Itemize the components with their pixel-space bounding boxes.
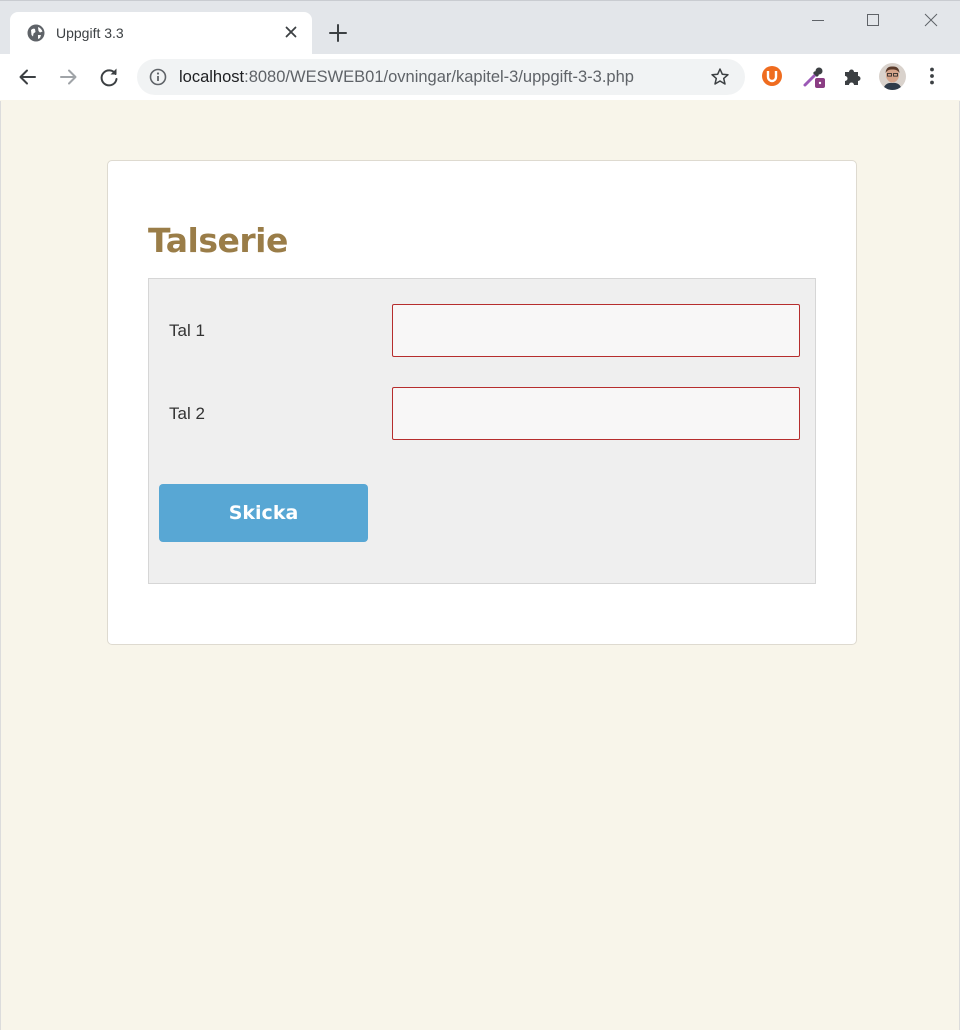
close-icon[interactable] xyxy=(281,22,301,42)
forward-arrow-icon[interactable] xyxy=(55,64,81,90)
globe-icon xyxy=(27,24,45,42)
tab-strip: Uppgift 3.3 xyxy=(0,0,960,55)
browser-tab[interactable]: Uppgift 3.3 xyxy=(10,12,312,55)
maximize-icon[interactable] xyxy=(860,9,886,33)
tal-1-label: Tal 1 xyxy=(169,321,205,340)
number-series-form: Tal 1 Tal 2 Skicka xyxy=(148,278,816,584)
minimize-icon[interactable] xyxy=(805,9,831,33)
url-host: localhost xyxy=(179,68,245,86)
reload-icon[interactable] xyxy=(96,64,122,90)
content-card: Talserie Tal 1 Tal 2 Skicka xyxy=(107,160,857,645)
kebab-menu-icon[interactable] xyxy=(920,64,944,88)
star-icon[interactable] xyxy=(710,67,730,87)
window-close-icon[interactable] xyxy=(918,9,944,33)
back-arrow-icon[interactable] xyxy=(15,64,41,90)
tal-2-label: Tal 2 xyxy=(169,404,205,423)
address-bar[interactable]: localhost:8080/WESWEB01/ovningar/kapitel… xyxy=(137,59,745,95)
url-text[interactable]: localhost:8080/WESWEB01/ovningar/kapitel… xyxy=(179,68,634,87)
tab-title: Uppgift 3.3 xyxy=(56,25,124,41)
page-title: Talserie xyxy=(148,221,288,260)
u-extension-icon[interactable] xyxy=(760,64,784,88)
avatar[interactable] xyxy=(879,63,906,90)
info-icon[interactable] xyxy=(149,68,167,86)
puzzle-icon[interactable] xyxy=(841,64,865,88)
plus-icon[interactable] xyxy=(327,22,349,44)
tal-2-input[interactable] xyxy=(392,387,800,440)
submit-button[interactable]: Skicka xyxy=(159,484,368,542)
browser-chrome: Uppgift 3.3 localhost:8080/WESWEB01/ovni… xyxy=(0,0,960,100)
color-picker-extension-icon[interactable] xyxy=(802,64,826,88)
browser-toolbar: localhost:8080/WESWEB01/ovningar/kapitel… xyxy=(0,54,960,100)
page-viewport: Talserie Tal 1 Tal 2 Skicka xyxy=(0,101,960,1030)
tal-1-input[interactable] xyxy=(392,304,800,357)
url-path: :8080/WESWEB01/ovningar/kapitel-3/uppgif… xyxy=(244,68,634,86)
